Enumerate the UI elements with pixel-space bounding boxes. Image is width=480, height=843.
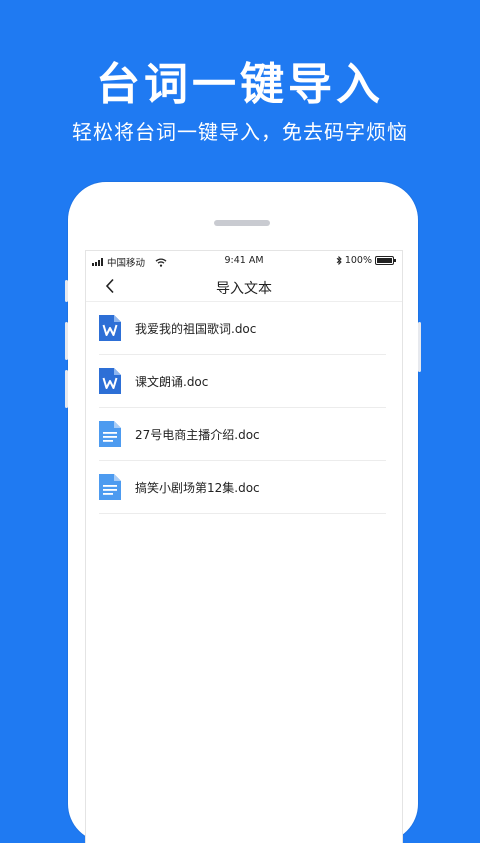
word-doc-icon <box>99 315 121 341</box>
phone-power-button <box>418 322 421 372</box>
promo-subline: 轻松将台词一键导入，免去码字烦恼 <box>72 120 408 144</box>
phone-side-button <box>65 280 68 302</box>
file-name: 课文朗诵.doc <box>135 374 209 389</box>
page-title: 导入文本 <box>216 281 272 297</box>
nav-bar: 导入文本 <box>86 271 402 302</box>
phone-screen: 中国移动 9:41 AM 100% 导入文本 我爱我的祖国歌词.doc 课文朗诵… <box>85 250 403 843</box>
file-item[interactable]: 27号电商主播介绍.doc <box>99 408 386 461</box>
text-doc-icon <box>99 474 121 500</box>
promo-headline: 台词一键导入 <box>96 59 384 110</box>
file-name: 27号电商主播介绍.doc <box>135 427 260 442</box>
file-name: 搞笑小剧场第12集.doc <box>135 480 260 495</box>
phone-frame: 中国移动 9:41 AM 100% 导入文本 我爱我的祖国歌词.doc 课文朗诵… <box>65 182 421 843</box>
phone-volume-up <box>65 322 68 360</box>
file-item[interactable]: 我爱我的祖国歌词.doc <box>99 302 386 355</box>
file-name: 我爱我的祖国歌词.doc <box>135 321 257 336</box>
file-item[interactable]: 搞笑小剧场第12集.doc <box>99 461 386 514</box>
file-item[interactable]: 课文朗诵.doc <box>99 355 386 408</box>
battery-percent: 100% <box>344 255 372 266</box>
battery-icon <box>375 256 396 265</box>
phone-volume-down <box>65 370 68 408</box>
phone-speaker <box>214 220 270 226</box>
file-list: 我爱我的祖国歌词.doc 课文朗诵.doc 27号电商主播介绍.doc 搞笑小剧… <box>86 302 402 514</box>
bluetooth-icon <box>336 256 342 265</box>
status-bar: 中国移动 9:41 AM 100% <box>86 251 402 271</box>
word-doc-icon <box>99 368 121 394</box>
text-doc-icon <box>99 421 121 447</box>
